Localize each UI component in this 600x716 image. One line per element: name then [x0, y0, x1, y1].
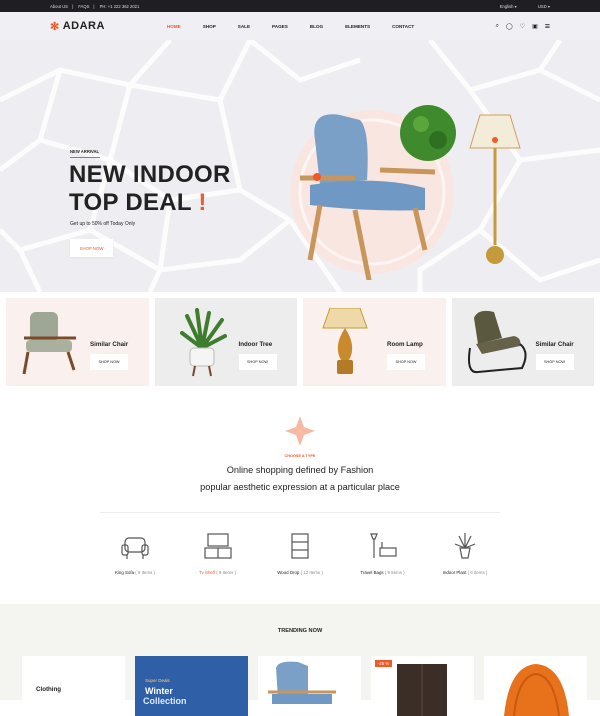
category-row: Similar Chair SHOP NOW Indoor Tree SHOP … — [6, 298, 594, 386]
top-bar-left: About US | FAQS | PH: +1 222 362 2021 — [50, 4, 143, 9]
category-card[interactable]: Similar Chair SHOP NOW — [6, 298, 149, 386]
brand-name: ADARA — [62, 20, 105, 32]
category-card[interactable]: Indoor Tree SHOP NOW — [154, 298, 297, 386]
hero-tag: NEW ARRIVAL — [70, 149, 100, 158]
card-label: Clothing — [36, 686, 62, 693]
product-card[interactable]: -25 % — [371, 656, 474, 716]
drawer-icon — [291, 533, 309, 559]
category-name: Room Lamp — [387, 341, 423, 348]
hero-banner: NEW ARRIVAL NEW INDOOR TOP DEAL ! Get up … — [0, 40, 600, 292]
nav-pages[interactable]: PAGES — [272, 24, 288, 29]
trending-section: TRENDING NOW Clothing Super Deals Winter… — [0, 604, 600, 716]
nav-sale[interactable]: SALE — [238, 24, 250, 29]
nav-shop[interactable]: SHOP — [203, 24, 216, 29]
trending-cards: Clothing Super Deals Winter Collection -… — [22, 656, 587, 716]
hero-title: NEW INDOOR TOP DEAL ! — [69, 161, 231, 216]
top-bar: About US | FAQS | PH: +1 222 362 2021 Engl… — [0, 0, 600, 12]
cart-icon[interactable]: ▣ — [532, 23, 538, 30]
phone-text: PH: +1 222 362 2021 — [99, 3, 140, 9]
about-link[interactable]: About US — [50, 4, 68, 9]
intro-section: CHOOSE A TYPE Online shopping defined by… — [0, 416, 600, 492]
promo-kicker: Super Deals — [145, 678, 170, 683]
nav-elements[interactable]: ELEMENTS — [345, 24, 370, 29]
logo-icon: ✻ — [50, 20, 60, 33]
category-shop-button[interactable]: SHOP NOW — [535, 354, 574, 370]
type-icons: King Sofa ( 9 Items ) Tv Shelf ( 9 Items… — [95, 530, 505, 575]
nav-blog[interactable]: BLOG — [310, 24, 323, 29]
chair-image — [268, 661, 336, 704]
plant-icon — [454, 533, 476, 559]
category-name: Similar Chair — [90, 341, 129, 348]
header-icons: ⌕ ◯ ♡ ▣ ≡ — [496, 21, 550, 31]
faqs-link[interactable]: FAQS — [78, 4, 89, 9]
intro-kicker: CHOOSE A TYPE — [284, 454, 316, 458]
currency-select[interactable]: USD ▾ — [528, 4, 550, 9]
type-indoor-plant[interactable]: Indoor Plant ( 9 Items ) — [425, 530, 505, 575]
tv-shelf-icon — [203, 533, 232, 559]
type-king-sofa[interactable]: King Sofa ( 9 Items ) — [95, 530, 175, 575]
nav-home[interactable]: HOME — [167, 24, 181, 29]
category-card[interactable]: Similar Chair SHOP NOW — [451, 298, 594, 386]
type-travel-bags[interactable]: Travel Bags ( 9 Items ) — [343, 530, 423, 575]
desk-lamp-icon — [369, 533, 397, 558]
intro-line-1: Online shopping defined by Fashion — [226, 465, 374, 475]
discount-badge: -25 % — [375, 660, 392, 667]
lamp-image — [322, 308, 368, 374]
category-name: Similar Chair — [535, 341, 574, 348]
intro-line-2: popular aesthetic expression at a partic… — [200, 482, 400, 492]
top-divider: | — [71, 3, 74, 9]
trending-title: TRENDING NOW — [277, 628, 323, 634]
section-divider — [100, 512, 500, 513]
category-card[interactable]: Room Lamp SHOP NOW — [303, 298, 446, 386]
asterisk-logo-icon — [285, 416, 315, 446]
chair-image — [22, 312, 76, 375]
main-nav: HOME SHOP SALE PAGES BLOG ELEMENTS CONTA… — [167, 24, 436, 29]
site-header: ✻ ADARA HOME SHOP SALE PAGES BLOG ELEMEN… — [0, 12, 600, 40]
top-divider: | — [93, 3, 95, 9]
category-shop-button[interactable]: SHOP NOW — [387, 354, 425, 370]
promo-subtitle: Collection — [143, 696, 187, 706]
sofa-icon — [121, 537, 149, 559]
menu-icon[interactable]: ≡ — [545, 21, 550, 31]
category-shop-button[interactable]: SHOP NOW — [238, 354, 277, 370]
promo-card[interactable]: Super Deals Winter Collection — [135, 656, 248, 716]
promo-title: Winter — [145, 686, 173, 696]
product-card[interactable] — [484, 656, 587, 716]
type-wood-drop[interactable]: Wood Drop ( 12 Items ) — [260, 530, 340, 575]
trending-card[interactable]: Clothing — [22, 656, 125, 716]
chair-image — [467, 310, 526, 374]
type-tv-shelf[interactable]: Tv Shelf ( 9 Items ) — [178, 530, 258, 575]
product-card[interactable] — [258, 656, 361, 716]
lounge-chair-image — [504, 664, 569, 716]
top-bar-right: English ▾ USD ▾ — [480, 4, 550, 9]
user-icon[interactable]: ◯ — [506, 23, 513, 30]
hero-chair-image — [290, 105, 521, 280]
hero-subtitle: Get up to 50% off Today Only — [70, 221, 136, 227]
heart-icon[interactable]: ♡ — [520, 23, 525, 30]
language-select[interactable]: English ▾ — [490, 4, 517, 9]
hero-shop-button[interactable]: SHOP NOW — [70, 239, 113, 257]
category-name: Indoor Tree — [238, 341, 273, 348]
plant-image — [179, 308, 227, 377]
logo[interactable]: ✻ ADARA — [50, 20, 105, 33]
search-icon[interactable]: ⌕ — [496, 23, 499, 30]
category-shop-button[interactable]: SHOP NOW — [90, 354, 128, 370]
nav-contact[interactable]: CONTACT — [392, 24, 414, 29]
